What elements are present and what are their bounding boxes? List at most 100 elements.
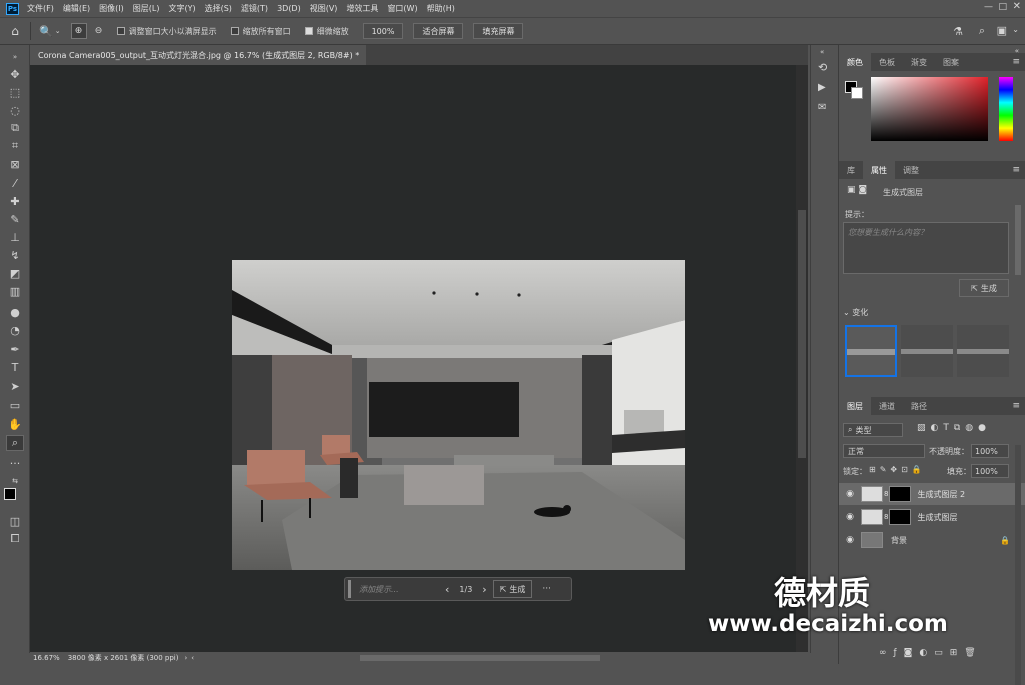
document-tab[interactable]: Corona Camera005_output_互动式灯光混合.jpg @ 16…	[30, 45, 366, 65]
layer-row-generative[interactable]: ◉ 8 生成式图层	[839, 506, 1025, 528]
screen-mode-icon[interactable]: ⧠	[6, 531, 24, 547]
move-tool-icon[interactable]: ✥	[6, 66, 24, 82]
toolbar-grip-icon[interactable]: »	[6, 49, 24, 65]
marquee-tool-icon[interactable]: ⬚	[6, 84, 24, 100]
blur-tool-icon[interactable]: ●	[6, 304, 24, 320]
layers-scrollbar[interactable]	[1015, 445, 1021, 685]
gradient-tool-icon[interactable]: ▥	[6, 283, 24, 299]
fit-screen-button[interactable]: 适合屏幕	[413, 23, 464, 39]
brush-tool-icon[interactable]: ✎	[6, 211, 24, 227]
variation-thumb-1[interactable]	[845, 325, 897, 377]
collapse-icon[interactable]: «	[820, 48, 824, 56]
generate-button[interactable]: ⇱ 生成	[959, 279, 1009, 297]
zoom-in-icon[interactable]: ⊕	[70, 23, 87, 39]
tab-color[interactable]: 颜色	[839, 53, 871, 71]
tab-channels[interactable]: 通道	[871, 397, 903, 415]
path-select-tool-icon[interactable]: ➤	[6, 378, 24, 394]
panel-menu-icon[interactable]: ≡	[1012, 401, 1020, 411]
variation-thumb-3[interactable]	[957, 325, 1009, 377]
layer-row-generative-2[interactable]: ◉ 8 生成式图层 2	[839, 483, 1025, 505]
chevron-left-icon[interactable]: ‹	[191, 654, 194, 662]
zoom-tool-icon[interactable]: ⌕	[6, 435, 24, 451]
close-tab-icon[interactable]: ×	[365, 51, 366, 60]
chevron-down-icon[interactable]: ⌄	[55, 27, 61, 35]
menu-view[interactable]: 视图(V)	[310, 3, 338, 14]
minimize-icon[interactable]: —	[984, 2, 993, 12]
layers-footer-icons[interactable]: ∞ƒ◙◐▭⊞🗑	[879, 648, 983, 658]
more-tools-icon[interactable]: ···	[6, 455, 24, 471]
hand-tool-icon[interactable]: ✋	[6, 416, 24, 432]
eye-icon[interactable]: ◉	[843, 512, 857, 522]
zoom-all-windows-checkbox[interactable]: 缩放所有窗口	[230, 26, 291, 37]
zoom-100-button[interactable]: 100%	[362, 23, 404, 39]
canvas-image[interactable]	[232, 260, 685, 570]
eye-icon[interactable]: ◉	[843, 489, 857, 499]
prompt-textarea[interactable]: 您想要生成什么内容？	[843, 222, 1009, 274]
tab-swatches[interactable]: 色板	[871, 53, 903, 71]
history-panel-icon[interactable]: ⟲	[818, 61, 827, 74]
close-window-icon[interactable]: ✕	[1013, 1, 1021, 12]
quick-mask-icon[interactable]: ◫	[6, 513, 24, 529]
healing-brush-tool-icon[interactable]: ✚	[6, 193, 24, 209]
variations-header[interactable]: ⌄ 变化	[843, 307, 868, 318]
fill-screen-button[interactable]: 填充屏幕	[473, 23, 524, 39]
hue-slider[interactable]	[999, 77, 1013, 141]
menu-select[interactable]: 选择(S)	[205, 3, 232, 14]
frame-tool-icon[interactable]: ⊠	[6, 156, 24, 172]
menu-edit[interactable]: 编辑(E)	[63, 3, 90, 14]
menu-plugins[interactable]: 增效工具	[346, 3, 378, 14]
variation-thumb-2[interactable]	[901, 325, 953, 377]
menu-layer[interactable]: 图层(L)	[133, 3, 160, 14]
flask-icon[interactable]: ⚗	[953, 25, 963, 38]
prompt-input[interactable]: 添加提示...	[359, 584, 439, 595]
menu-help[interactable]: 帮助(H)	[427, 3, 455, 14]
vertical-scrollbar-thumb[interactable]	[798, 210, 806, 458]
resize-windows-checkbox[interactable]: 调整窗口大小以满屏显示	[116, 26, 217, 37]
zoom-readout[interactable]: 16.67%	[33, 654, 60, 662]
chevron-left-icon[interactable]: ‹	[445, 583, 449, 596]
horizontal-scrollbar-thumb[interactable]	[360, 655, 600, 661]
type-tool-icon[interactable]: T	[6, 359, 24, 375]
eyedropper-tool-icon[interactable]: ⁄	[6, 175, 24, 191]
properties-scrollbar[interactable]	[1015, 205, 1021, 275]
menu-3d[interactable]: 3D(D)	[277, 4, 301, 13]
generate-button[interactable]: ⇱ 生成	[492, 580, 533, 598]
tab-paths[interactable]: 路径	[903, 397, 935, 415]
layer-filter-select[interactable]: ⌕ 类型	[843, 423, 903, 437]
swap-colors-icon[interactable]: ⇆	[6, 473, 24, 489]
blend-mode-select[interactable]: 正常	[843, 444, 925, 458]
eye-icon[interactable]: ◉	[843, 535, 857, 545]
chevron-down-icon[interactable]: ⌄	[1012, 25, 1019, 34]
object-select-tool-icon[interactable]: ⧉	[6, 120, 24, 136]
panel-menu-icon[interactable]: ≡	[1012, 57, 1020, 67]
menu-type[interactable]: 文字(Y)	[168, 3, 195, 14]
history-brush-tool-icon[interactable]: ↯	[6, 247, 24, 263]
tab-layers[interactable]: 图层	[839, 397, 871, 415]
menu-window[interactable]: 窗口(W)	[387, 3, 417, 14]
tab-adjustments[interactable]: 调整	[895, 161, 927, 179]
foreground-color-swatch[interactable]	[4, 488, 16, 500]
color-field[interactable]	[871, 77, 988, 141]
eraser-tool-icon[interactable]: ◩	[6, 265, 24, 281]
tab-libraries[interactable]: 库	[839, 161, 863, 179]
rectangle-tool-icon[interactable]: ▭	[6, 397, 24, 413]
chevron-right-icon[interactable]: ›	[184, 654, 187, 662]
scrubby-zoom-checkbox[interactable]: 细微缩放	[304, 26, 349, 37]
comments-panel-icon[interactable]: ✉	[818, 102, 826, 113]
layer-filter-icons[interactable]: ▧◐T⧉◍●	[917, 423, 991, 433]
dodge-tool-icon[interactable]: ◔	[6, 322, 24, 338]
more-options-icon[interactable]: ···	[542, 584, 551, 594]
maximize-icon[interactable]: □	[998, 2, 1007, 12]
home-icon[interactable]: ⌂	[0, 24, 30, 38]
search-icon[interactable]: ⌕	[979, 24, 985, 38]
actions-panel-icon[interactable]: ▶	[818, 82, 826, 93]
fill-field[interactable]: 100%	[971, 464, 1009, 478]
pen-tool-icon[interactable]: ✒	[6, 341, 24, 357]
zoom-tool-preset-icon[interactable]: 🔍	[39, 25, 53, 38]
opacity-field[interactable]: 100%	[971, 444, 1009, 458]
lasso-tool-icon[interactable]: ◌	[6, 102, 24, 118]
layer-row-background[interactable]: ◉ 背景 🔒	[839, 529, 1025, 551]
background-color-swatch[interactable]	[851, 87, 863, 99]
menu-file[interactable]: 文件(F)	[27, 3, 54, 14]
tab-patterns[interactable]: 图案	[935, 53, 967, 71]
